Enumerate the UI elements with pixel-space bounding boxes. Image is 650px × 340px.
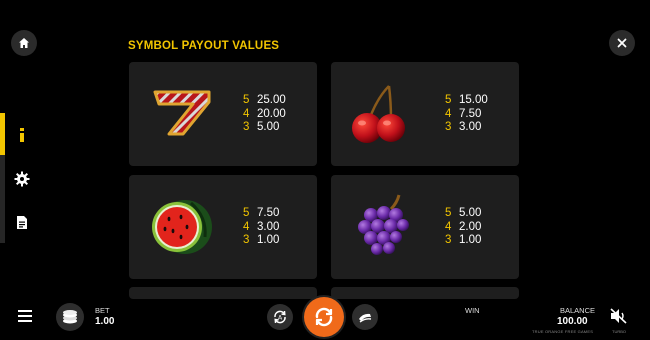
payout-value: 1.00 bbox=[459, 234, 482, 246]
payout-table: 5 5.00 4 2.00 3 1.00 bbox=[445, 207, 481, 248]
payout-row: 3 5.00 bbox=[243, 121, 286, 135]
sidebar-item-settings[interactable] bbox=[8, 165, 36, 193]
info-icon bbox=[20, 128, 24, 142]
payout-row: 3 3.00 bbox=[445, 121, 488, 135]
payout-row: 4 7.50 bbox=[445, 108, 488, 122]
payout-value: 5.00 bbox=[459, 207, 482, 219]
payout-row: 3 1.00 bbox=[445, 234, 481, 248]
payout-table: 5 15.00 4 7.50 3 3.00 bbox=[445, 94, 488, 135]
balance-subtext: TRUE ORANGE FREE GAMES bbox=[532, 329, 594, 334]
payout-value: 1.00 bbox=[257, 234, 280, 246]
symbol-card-watermelon: 5 7.50 4 3.00 3 1.00 bbox=[129, 175, 317, 279]
payout-value: 7.50 bbox=[459, 107, 482, 120]
payout-count: 3 bbox=[243, 234, 250, 246]
payout-value: 20.00 bbox=[257, 107, 286, 120]
menu-icon bbox=[18, 310, 32, 322]
grapes-symbol-icon bbox=[358, 194, 409, 255]
payout-count: 3 bbox=[445, 121, 452, 133]
payout-row: 5 25.00 bbox=[243, 94, 286, 108]
close-button[interactable] bbox=[609, 30, 635, 56]
home-icon bbox=[19, 38, 29, 48]
payout-count: 4 bbox=[243, 220, 250, 233]
payout-value: 3.00 bbox=[257, 220, 280, 233]
sound-toggle-button[interactable] bbox=[609, 307, 629, 325]
sound-subtext: TURBO bbox=[612, 329, 626, 334]
payout-count: 5 bbox=[243, 94, 250, 106]
payout-row: 3 1.00 bbox=[243, 234, 279, 248]
payout-row: 5 7.50 bbox=[243, 207, 279, 221]
payout-row: 4 3.00 bbox=[243, 221, 279, 235]
payout-table: 5 25.00 4 20.00 3 5.00 bbox=[243, 94, 286, 135]
payout-row: 4 20.00 bbox=[243, 108, 286, 122]
page-title: SYMBOL PAYOUT VALUES bbox=[128, 40, 280, 52]
svg-text:A: A bbox=[278, 315, 283, 322]
turbo-button[interactable] bbox=[352, 304, 378, 330]
watermelon-symbol-icon bbox=[152, 200, 212, 254]
sidebar-item-info[interactable] bbox=[8, 121, 36, 149]
home-button[interactable] bbox=[11, 30, 37, 56]
turbo-icon bbox=[359, 313, 372, 323]
spin-icon bbox=[315, 307, 333, 327]
menu-button[interactable] bbox=[16, 308, 36, 324]
payout-count: 4 bbox=[445, 220, 452, 233]
win-label: WIN bbox=[465, 306, 480, 315]
symbol-card-grapes: 5 5.00 4 2.00 3 1.00 bbox=[331, 175, 519, 279]
gear-icon bbox=[14, 171, 30, 187]
balance-label: BALANCE bbox=[560, 306, 596, 315]
payout-count: 4 bbox=[445, 107, 452, 120]
payout-count: 5 bbox=[243, 207, 250, 219]
payout-count: 3 bbox=[445, 234, 452, 246]
document-icon bbox=[17, 215, 27, 229]
payout-value: 5.00 bbox=[257, 121, 280, 133]
autoplay-button[interactable]: A bbox=[267, 304, 293, 330]
cherry-symbol-icon bbox=[352, 85, 405, 143]
sound-muted-icon bbox=[610, 308, 627, 324]
payout-value: 7.50 bbox=[257, 207, 280, 219]
sidebar-item-document[interactable] bbox=[8, 208, 36, 236]
coins-icon bbox=[63, 310, 77, 324]
symbol-card-cherry: 5 15.00 4 7.50 3 3.00 bbox=[331, 62, 519, 166]
payout-count: 5 bbox=[445, 207, 452, 219]
payout-value: 25.00 bbox=[257, 94, 286, 106]
payout-count: 5 bbox=[445, 94, 452, 106]
payout-table: 5 7.50 4 3.00 3 1.00 bbox=[243, 207, 279, 248]
payout-row: 5 15.00 bbox=[445, 94, 488, 108]
balance-value: 100.00 bbox=[557, 316, 588, 327]
bet-coins-button[interactable] bbox=[56, 303, 84, 331]
payout-value: 2.00 bbox=[459, 220, 482, 233]
spin-button[interactable] bbox=[304, 297, 344, 337]
seven-symbol-icon bbox=[153, 90, 211, 136]
payout-value: 3.00 bbox=[459, 121, 482, 133]
payout-value: 15.00 bbox=[459, 94, 488, 106]
bet-label: BET bbox=[95, 306, 110, 315]
autoplay-icon: A bbox=[274, 310, 286, 324]
payout-row: 5 5.00 bbox=[445, 207, 481, 221]
symbol-card-seven: 5 25.00 4 20.00 3 5.00 bbox=[129, 62, 317, 166]
sidebar-active-indicator bbox=[0, 113, 5, 155]
payout-count: 3 bbox=[243, 121, 250, 133]
close-icon bbox=[617, 38, 627, 48]
bet-value: 1.00 bbox=[95, 316, 115, 327]
payout-count: 4 bbox=[243, 107, 250, 120]
payout-row: 4 2.00 bbox=[445, 221, 481, 235]
